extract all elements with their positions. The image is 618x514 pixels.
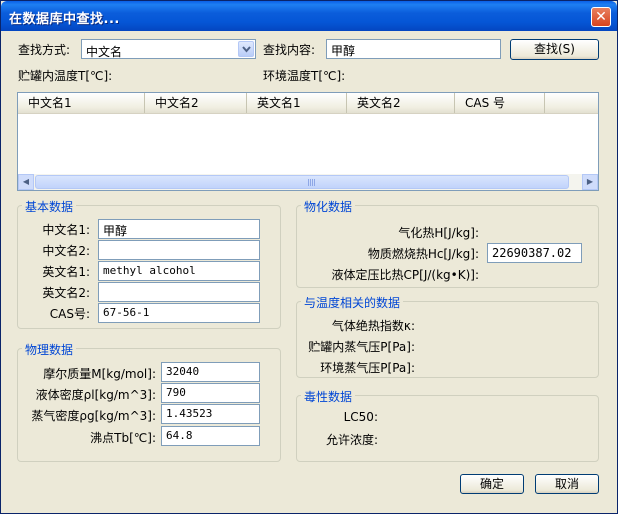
temperature-data-title: 与温度相关的数据	[301, 294, 404, 311]
search-content-input[interactable]: 甲醇	[326, 39, 501, 59]
tank-temperature-label: 贮罐内温度T[℃]:	[18, 69, 113, 83]
combustion-heat-field[interactable]: 22690387.02	[487, 243, 582, 263]
find-in-database-dialog: 在数据库中查找... ✕ 查找方式: 中文名 查找内容: 甲醇 查找(S) 贮罐…	[0, 0, 618, 514]
close-button[interactable]: ✕	[591, 7, 611, 27]
en-name2-label: 英文名2:	[42, 286, 90, 300]
results-header: 中文名1 中文名2 英文名1 英文名2 CAS 号	[18, 93, 598, 114]
column-header[interactable]: 英文名1	[247, 93, 347, 113]
search-content-label: 查找内容:	[263, 43, 316, 57]
ok-button[interactable]: 确定	[460, 474, 524, 494]
window-title: 在数据库中查找...	[9, 12, 120, 27]
vapor-density-field[interactable]: 1.43523	[161, 404, 260, 424]
cas-label: CAS号:	[49, 307, 90, 321]
toxicity-data-group	[296, 395, 599, 462]
cancel-button[interactable]: 取消	[535, 474, 599, 494]
en-name1-label: 英文名1:	[42, 265, 90, 279]
column-header[interactable]: 英文名2	[347, 93, 455, 113]
title-bar: 在数据库中查找... ✕	[1, 1, 617, 31]
liquid-density-field[interactable]: 790	[161, 383, 260, 403]
toxicity-data-title: 毒性数据	[301, 388, 356, 405]
combustion-heat-label: 物质燃烧热Hc[J/kg]:	[367, 247, 479, 261]
cn-name2-field[interactable]	[98, 240, 260, 260]
chevron-down-icon	[242, 46, 251, 53]
cn-name1-field[interactable]: 甲醇	[98, 219, 260, 239]
cn-name1-label: 中文名1:	[42, 223, 90, 237]
basic-data-title: 基本数据	[22, 198, 77, 215]
tank-vapor-pressure-label: 贮罐内蒸气压P[Pa]:	[308, 340, 415, 354]
physical-data-title: 物理数据	[22, 341, 77, 358]
env-vapor-pressure-label: 环境蒸气压P[Pa]:	[320, 361, 415, 375]
lc50-label: LC50:	[343, 410, 378, 424]
cas-field[interactable]: 67-56-1	[98, 303, 260, 323]
specific-heat-label: 液体定压比热CP[J/(kg•K)]:	[331, 268, 479, 282]
env-temperature-label: 环境温度T[℃]:	[263, 69, 346, 83]
results-list[interactable]: 中文名1 中文名2 英文名1 英文名2 CAS 号 ◀ ▶	[17, 92, 599, 191]
search-button[interactable]: 查找(S)	[510, 39, 599, 60]
molar-mass-field[interactable]: 32040	[161, 362, 260, 382]
physchem-data-title: 物化数据	[301, 198, 356, 215]
scroll-left-icon[interactable]: ◀	[18, 174, 34, 190]
liquid-density-label: 液体密度ρl[kg/m^3]:	[35, 388, 156, 402]
scroll-right-icon[interactable]: ▶	[582, 174, 598, 190]
cn-name2-label: 中文名2:	[42, 244, 90, 258]
vaporization-heat-label: 气化热H[J/kg]:	[398, 226, 479, 240]
molar-mass-label: 摩尔质量M[kg/mol]:	[43, 367, 156, 381]
close-icon: ✕	[595, 9, 607, 25]
en-name1-field[interactable]: methyl alcohol	[98, 261, 260, 281]
boiling-point-label: 沸点Tb[℃]:	[90, 431, 156, 445]
en-name2-field[interactable]	[98, 282, 260, 302]
search-method-value: 中文名	[86, 45, 123, 59]
dropdown-button[interactable]	[238, 41, 254, 57]
adiabatic-index-label: 气体绝热指数κ:	[331, 319, 415, 333]
vapor-density-label: 蒸气密度ρg[kg/m^3]:	[31, 409, 156, 423]
grip-icon	[308, 179, 316, 186]
allowable-concentration-label: 允许浓度:	[325, 433, 378, 447]
horizontal-scrollbar[interactable]: ◀ ▶	[18, 174, 598, 190]
search-method-label: 查找方式:	[18, 43, 71, 57]
search-method-select[interactable]: 中文名	[81, 39, 256, 59]
column-header[interactable]: 中文名1	[18, 93, 145, 113]
column-header[interactable]: 中文名2	[145, 93, 247, 113]
column-header[interactable]: CAS 号	[455, 93, 545, 113]
scroll-thumb[interactable]	[35, 175, 569, 189]
boiling-point-field[interactable]: 64.8	[161, 426, 260, 446]
